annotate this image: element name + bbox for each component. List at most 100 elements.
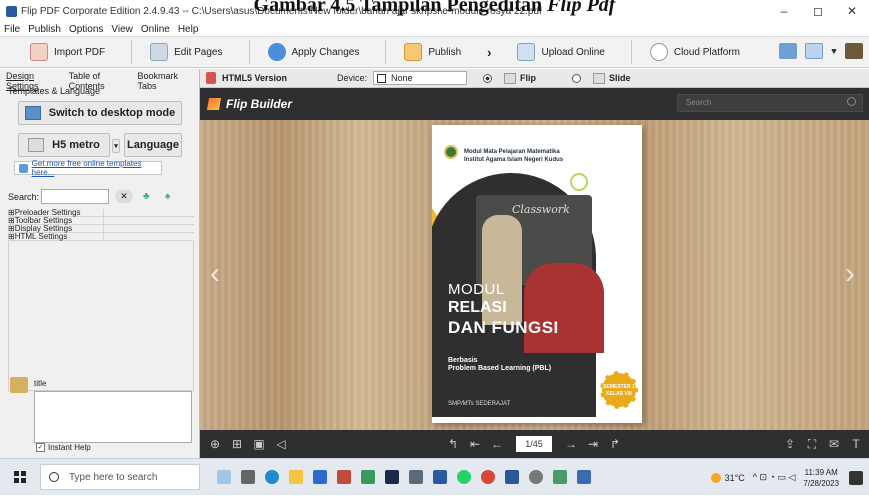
html-settings-item[interactable]: ⊞HTML Settings [8, 233, 194, 241]
app-icon [6, 5, 17, 17]
thumbnails-icon[interactable]: ⊞ [226, 437, 248, 451]
settings-panel: Design Settings Table of Contents Bookma… [0, 69, 200, 458]
settings-icon[interactable] [529, 470, 543, 484]
menu-file[interactable]: File [4, 24, 20, 35]
store-icon[interactable] [313, 470, 327, 484]
flip-pdf-icon[interactable] [577, 470, 591, 484]
device-label: Device: [337, 73, 368, 83]
edge-icon[interactable] [265, 470, 279, 484]
tray-icons[interactable]: ^ ⊡ ◔ ▭ ◁ [753, 472, 796, 483]
file-explorer-icon[interactable] [289, 470, 303, 484]
clock[interactable]: 11:39 AM 7/28/2023 [803, 467, 839, 489]
cloud-platform-button[interactable]: Cloud Platform [630, 40, 740, 64]
import-pdf-button[interactable]: Import PDF [30, 40, 105, 64]
edit-pages-button[interactable]: Edit Pages [131, 40, 223, 64]
slideshow-icon[interactable]: ▣ [248, 437, 270, 451]
pinned-apps [212, 470, 596, 484]
menu-online[interactable]: Online [141, 24, 170, 35]
flip-mode-radio[interactable]: Flip [483, 72, 536, 84]
mobile-view-icon[interactable] [805, 43, 823, 59]
prev-page-arrow-icon[interactable]: ‹ [210, 258, 226, 290]
expand-all-icon[interactable]: ♣ [143, 191, 155, 203]
menu-publish[interactable]: Publish [28, 24, 61, 35]
tab-design-settings[interactable]: Design Settings [6, 71, 63, 91]
apply-changes-icon [267, 43, 286, 61]
menu-view[interactable]: View [111, 24, 133, 35]
theme-icon[interactable] [845, 43, 863, 59]
close-button[interactable]: ✕ [835, 0, 869, 22]
window-controls: – ◻ ✕ [767, 0, 869, 22]
cloud-icon [649, 43, 668, 61]
last-page-icon[interactable]: ⇥ [582, 437, 604, 451]
settings-search: Search: ✕ ♣ ♠ [8, 189, 177, 204]
search-icon [49, 472, 59, 482]
email-icon[interactable]: ✉ [823, 437, 845, 451]
next-page-arrow-icon[interactable]: › [845, 258, 861, 290]
clear-search-icon[interactable]: ✕ [115, 190, 134, 203]
word-icon[interactable] [505, 470, 519, 484]
forward-icon[interactable]: → [560, 437, 582, 451]
first-page-icon[interactable]: ↰ [442, 437, 464, 451]
calculator-icon[interactable] [409, 470, 423, 484]
taskbar-search-input[interactable]: Type here to search [40, 464, 200, 490]
template-dropdown[interactable]: ▾ [112, 139, 120, 153]
book-cover[interactable]: Modul Mata Pelajaran Matematika Institut … [432, 125, 642, 423]
notification-icon[interactable] [849, 470, 863, 485]
template-select[interactable]: H5 metro [18, 133, 110, 157]
desktop-view-icon[interactable] [779, 43, 797, 59]
page-number-input[interactable]: 1/45 [516, 436, 552, 452]
photoshop-icon[interactable] [385, 470, 399, 484]
help-text-area[interactable] [34, 391, 192, 443]
app-icon[interactable] [361, 470, 375, 484]
menu-options[interactable]: Options [69, 24, 103, 35]
instant-help-checkbox[interactable]: ✓ Instant Help [36, 443, 91, 452]
share-icon[interactable]: ↱ [604, 437, 626, 451]
sound-icon[interactable]: ◁ [270, 437, 292, 451]
zoom-icon[interactable]: ⊕ [204, 437, 226, 451]
settings-search-input[interactable] [41, 189, 110, 204]
publish-button[interactable]: Publish [385, 40, 461, 64]
minimize-button[interactable]: – [767, 0, 801, 22]
app-icon[interactable] [433, 470, 447, 484]
app-icon[interactable] [553, 470, 567, 484]
menu-help[interactable]: Help [178, 24, 199, 35]
tab-bookmark-tabs[interactable]: Bookmark Tabs [137, 71, 193, 91]
flip-builder-logo [206, 98, 222, 110]
upload-icon [517, 43, 536, 61]
radio-unselected-icon [572, 73, 582, 83]
html5-icon [206, 72, 216, 84]
search-icon[interactable] [847, 97, 856, 106]
previous-page-icon[interactable]: ⇤ [464, 437, 486, 451]
viewer-control-bar: ⊕ ⊞ ▣ ◁ ↰ ⇤ ← 1/45 → ⇥ ↱ ⇪ ⛶ ✉ T [200, 430, 869, 458]
text-icon[interactable]: T [845, 437, 867, 451]
back-icon[interactable]: ← [486, 437, 508, 451]
desktop-icon [24, 106, 41, 120]
upload-online-button[interactable]: Upload Online [517, 40, 605, 64]
viewer-search-input[interactable]: Search [677, 94, 863, 112]
download-icon[interactable]: ⇪ [779, 437, 801, 451]
apply-changes-button[interactable]: Apply Changes [248, 40, 359, 64]
window-title: Flip PDF Corporate Edition 2.4.9.43 -- C… [21, 5, 542, 17]
maximize-button[interactable]: ◻ [801, 0, 835, 22]
whatsapp-icon[interactable] [457, 470, 471, 484]
flip-builder-brand: Flip Builder [226, 97, 292, 111]
more-templates-link[interactable]: Get more free online templates here... [14, 159, 162, 177]
dropdown-icon[interactable] [831, 48, 837, 54]
widgets-icon[interactable] [217, 470, 231, 484]
task-view-icon[interactable] [241, 470, 255, 484]
info-icon [19, 163, 28, 173]
collapse-all-icon[interactable]: ♠ [165, 191, 177, 203]
weather-icon[interactable] [710, 472, 721, 483]
slide-mode-radio[interactable]: Slide [572, 72, 631, 84]
temperature-label[interactable]: 31°C [725, 473, 745, 483]
tab-table-of-contents[interactable]: Table of Contents [69, 71, 132, 91]
switch-desktop-mode-button[interactable]: Switch to desktop mode [18, 101, 182, 125]
device-select[interactable]: None [373, 71, 468, 85]
app-icon[interactable] [337, 470, 351, 484]
chrome-icon[interactable] [481, 470, 495, 484]
fullscreen-icon[interactable]: ⛶ [801, 437, 823, 452]
language-button[interactable]: Language [124, 133, 182, 157]
cover-title-line1: MODUL [448, 281, 505, 298]
start-button[interactable] [14, 471, 26, 483]
device-icon [377, 73, 387, 83]
